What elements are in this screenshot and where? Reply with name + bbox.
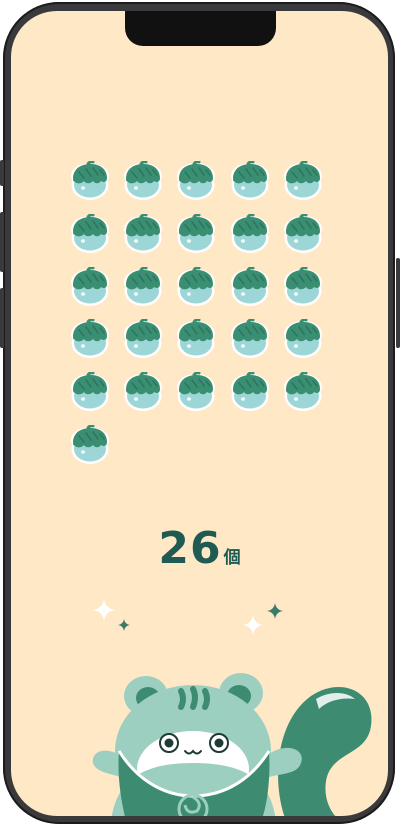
- sparkle-icon: [267, 603, 283, 619]
- acorn-icon: [122, 371, 164, 412]
- acorn-icon: [69, 265, 111, 307]
- acorn-icon: [69, 160, 111, 201]
- sparkle-icon: [243, 615, 263, 635]
- acorn-icon: [122, 160, 164, 201]
- acorn-count-value: 26: [158, 523, 222, 574]
- acorn-icon: [282, 318, 324, 359]
- acorn-icon: [122, 318, 164, 359]
- notch: [125, 11, 276, 46]
- acorn-icon: [229, 213, 271, 254]
- acorn-icon: [282, 213, 324, 254]
- acorn-icon: [229, 371, 271, 412]
- acorn-icon: [69, 213, 111, 254]
- acorn-icon: [229, 318, 271, 359]
- acorn-icon: [69, 371, 111, 412]
- acorn-counter: 26 個: [11, 523, 388, 574]
- squirrel-mascot-icon: [92, 673, 372, 816]
- app-screen: 26 個: [11, 11, 388, 816]
- side-button: [396, 258, 400, 348]
- acorn-icon: [175, 213, 217, 254]
- acorn-icon: [69, 424, 111, 465]
- acorn-icon: [175, 160, 217, 201]
- sparkle-icon: [118, 619, 130, 631]
- acorn-icon: [122, 265, 164, 307]
- acorn-icon: [122, 213, 164, 254]
- acorn-icon: [282, 371, 324, 412]
- acorn-icon: [69, 318, 111, 359]
- acorn-icon: [175, 371, 217, 412]
- acorn-icon: [229, 160, 271, 201]
- side-button: [0, 212, 4, 272]
- side-button: [0, 288, 4, 348]
- acorn-icon: [175, 265, 217, 307]
- acorn-icon: [282, 160, 324, 201]
- sparkle-icon: [93, 599, 115, 621]
- acorn-icon: [175, 318, 217, 359]
- side-button: [0, 160, 4, 186]
- acorn-icon: [282, 265, 324, 307]
- acorn-icon: [229, 265, 271, 307]
- acorn-count-unit: 個: [223, 548, 241, 568]
